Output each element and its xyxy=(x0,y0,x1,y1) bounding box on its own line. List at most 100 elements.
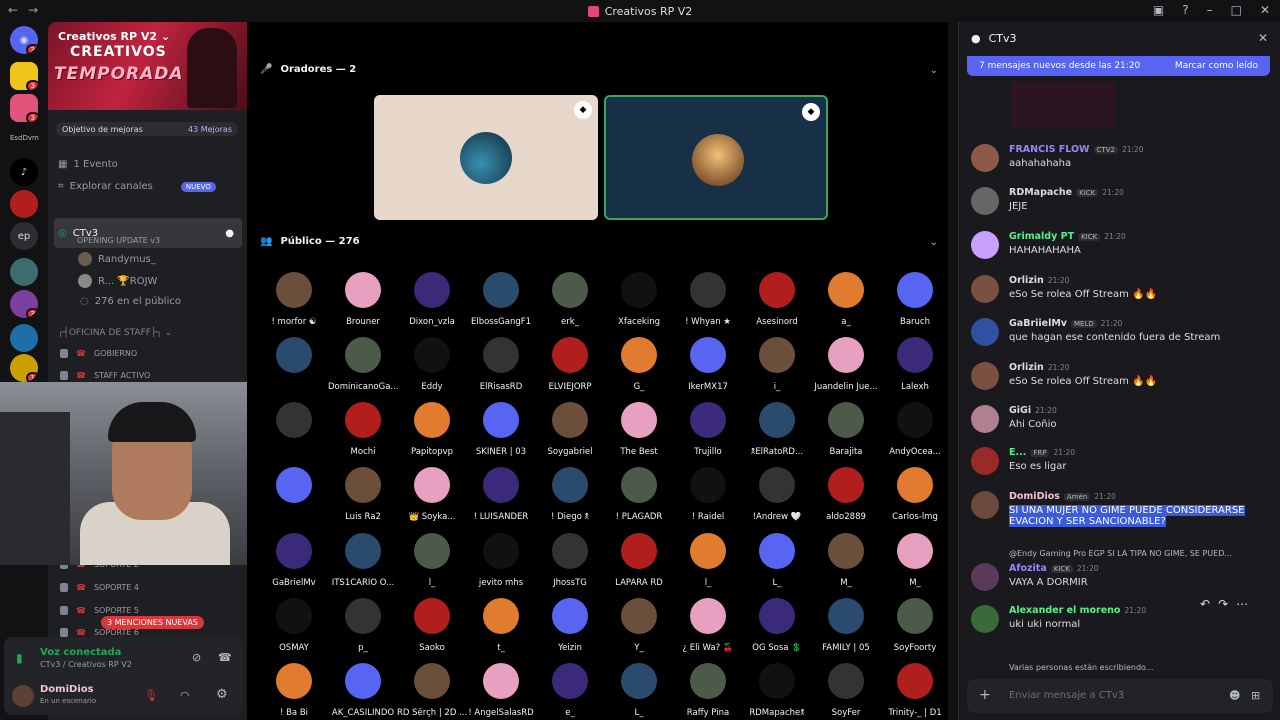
chevron-down-icon[interactable]: ⌄ xyxy=(930,237,938,248)
close-window-icon[interactable]: ✕ xyxy=(1260,3,1270,17)
audience-member[interactable]: ! PLAGADR xyxy=(604,467,674,522)
message-input[interactable]: Enviar mensaje a CTv3 xyxy=(1009,690,1124,701)
audience-count[interactable]: ◌ 276 en el público xyxy=(80,296,181,307)
avatar[interactable] xyxy=(971,447,999,475)
server-icon[interactable]: ♪ xyxy=(10,158,38,186)
audience-member[interactable]: GaBrielMv xyxy=(259,533,329,588)
audience-member[interactable]: FAMILY | 05 xyxy=(811,598,881,653)
audience-member[interactable]: ! Diego 🕱 xyxy=(535,467,605,522)
reply-preview[interactable]: @Endy Gaming Pro EGP SI LA TIPA NO GIME,… xyxy=(1009,549,1232,558)
audience-member[interactable]: RD Šërçh | 2D ... xyxy=(397,663,467,718)
audience-member[interactable]: jevito mhs xyxy=(466,533,536,588)
forward-arrow-icon[interactable]: → xyxy=(28,3,38,17)
locked-channel[interactable]: ☎ SOPORTE 6 xyxy=(60,628,139,637)
audience-member[interactable]: DominicanoGa... xyxy=(328,337,398,392)
new-messages-bar[interactable]: 7 mensajes nuevos desde las 21:20 Marcar … xyxy=(967,56,1270,76)
audience-member[interactable]: Barajita xyxy=(811,402,881,457)
audience-member[interactable]: M_ xyxy=(880,533,950,588)
reply-icon[interactable]: ↶ xyxy=(1200,597,1210,611)
author-name[interactable]: Alexander el moreno xyxy=(1009,605,1120,616)
audience-member[interactable]: ! AngelSalasRD xyxy=(466,663,536,718)
audience-member[interactable]: OSMAY xyxy=(259,598,329,653)
audience-member[interactable]: Raffy Pina xyxy=(673,663,743,718)
audience-member[interactable]: ! Raidel xyxy=(673,467,743,522)
server-icon[interactable] xyxy=(10,258,38,286)
audience-member[interactable]: ! Ba Bi xyxy=(259,663,329,718)
video-off-icon[interactable]: ⊘ xyxy=(192,651,201,664)
inbox-icon[interactable]: ▣ xyxy=(1153,3,1164,17)
voice-location[interactable]: CTv3 / Creativos RP V2 xyxy=(40,660,132,669)
avatar[interactable] xyxy=(971,231,999,259)
author-name[interactable]: Orlizin xyxy=(1009,362,1044,373)
voice-status[interactable]: Voz conectada xyxy=(40,647,121,658)
author-name[interactable]: DomiDios xyxy=(1009,491,1060,502)
locked-channel[interactable]: ☎ STAFF ACTIVO xyxy=(60,371,150,380)
audience-member[interactable]: l_ xyxy=(673,533,743,588)
audience-member[interactable]: Y_ xyxy=(604,598,674,653)
avatar[interactable] xyxy=(971,187,999,215)
close-icon[interactable]: ✕ xyxy=(1258,31,1268,45)
audience-member[interactable]: Papitopvp xyxy=(397,402,467,457)
audience-member[interactable]: Luis Ra2 xyxy=(328,467,398,522)
audience-member[interactable] xyxy=(259,467,329,512)
avatar[interactable] xyxy=(971,405,999,433)
help-icon[interactable]: ? xyxy=(1182,3,1188,17)
audience-member[interactable]: Dixon_vzla xyxy=(397,272,467,327)
audience-member[interactable]: M_ xyxy=(811,533,881,588)
author-name[interactable]: Grimaldy PT xyxy=(1009,231,1074,242)
audience-member[interactable]: erk_ xyxy=(535,272,605,327)
speakers-header[interactable]: 🎤 Oradores — 2 xyxy=(260,64,356,75)
audience-member[interactable]: G_ xyxy=(604,337,674,392)
audience-member[interactable]: OG Sosa 💲 xyxy=(742,598,812,653)
server-icon[interactable]: 3 xyxy=(10,62,38,90)
speaker-tile-speaking[interactable]: ◆ xyxy=(604,95,828,220)
audience-member[interactable]: RDMapache🕱 xyxy=(742,663,812,718)
server-icon[interactable]: 1 xyxy=(10,354,38,382)
audience-member[interactable]: i_ xyxy=(742,337,812,392)
category-header[interactable]: ┌┤OFICINA DE STAFF├┐ ⌄ xyxy=(58,328,172,338)
audience-member[interactable]: 🕱ElRatoRD... xyxy=(742,402,812,457)
mark-read-button[interactable]: Marcar como leído xyxy=(1175,61,1258,71)
audience-member[interactable]: ElbossGangF1 xyxy=(466,272,536,327)
headset-icon[interactable]: ◠ xyxy=(180,689,190,702)
audience-member[interactable]: AK_CASILINDO xyxy=(328,663,398,718)
more-icon[interactable]: ⋯ xyxy=(1236,597,1248,611)
audience-member[interactable]: The Best xyxy=(604,402,674,457)
audience-member[interactable]: t_ xyxy=(466,598,536,653)
avatar[interactable] xyxy=(971,275,999,303)
avatar[interactable] xyxy=(971,491,999,519)
audience-member[interactable]: Soygabriel xyxy=(535,402,605,457)
message-composer[interactable]: + Enviar mensaje a CTv3 ☻ ⊞ xyxy=(967,679,1273,713)
author-name[interactable]: GiGi xyxy=(1009,405,1031,416)
avatar[interactable] xyxy=(971,563,999,591)
author-name[interactable]: FRANCIS FLOW xyxy=(1009,144,1090,155)
audience-member[interactable]: p_ xyxy=(328,598,398,653)
audience-member[interactable]: Brouner xyxy=(328,272,398,327)
audience-member[interactable]: ElRisasRD xyxy=(466,337,536,392)
forward-icon[interactable]: ↷ xyxy=(1218,597,1228,611)
settings-gear-icon[interactable]: ⚙ xyxy=(216,687,228,702)
locked-channel[interactable]: ☎ SOPORTE 4 xyxy=(60,583,139,592)
locked-channel[interactable]: ☎ GOBIERNO xyxy=(60,349,137,358)
voice-user[interactable]: Randymus_ xyxy=(78,252,156,266)
audience-member[interactable]: ITS1CARIO O... xyxy=(328,533,398,588)
audience-member[interactable]: a_ xyxy=(811,272,881,327)
audience-header[interactable]: 👥 Público — 276 xyxy=(260,236,360,247)
audience-member[interactable]: Juandelin Jue... xyxy=(811,337,881,392)
author-name[interactable]: GaBriielMv xyxy=(1009,318,1067,329)
minimize-icon[interactable]: – xyxy=(1207,3,1213,17)
audience-member[interactable]: 👑 Soyka... xyxy=(397,467,467,522)
discord-home-icon[interactable]: ◉ 3 xyxy=(10,26,38,54)
audience-member[interactable]: l_ xyxy=(397,533,467,588)
avatar[interactable] xyxy=(971,318,999,346)
audience-member[interactable]: Yeizin xyxy=(535,598,605,653)
author-name[interactable]: RDMapache xyxy=(1009,187,1072,198)
audience-member[interactable]: Xfaceking xyxy=(604,272,674,327)
disconnect-icon[interactable]: ☎ xyxy=(218,651,232,664)
locked-channel[interactable]: ☎ SOPORTE 5 xyxy=(60,606,139,615)
server-icon[interactable]: 3 xyxy=(10,290,38,318)
audience-member[interactable]: SoyFoorty xyxy=(880,598,950,653)
audience-member[interactable]: Trinity-_ | D1 xyxy=(880,663,950,718)
add-attachment-icon[interactable]: + xyxy=(979,687,991,703)
audience-member[interactable] xyxy=(259,402,329,447)
